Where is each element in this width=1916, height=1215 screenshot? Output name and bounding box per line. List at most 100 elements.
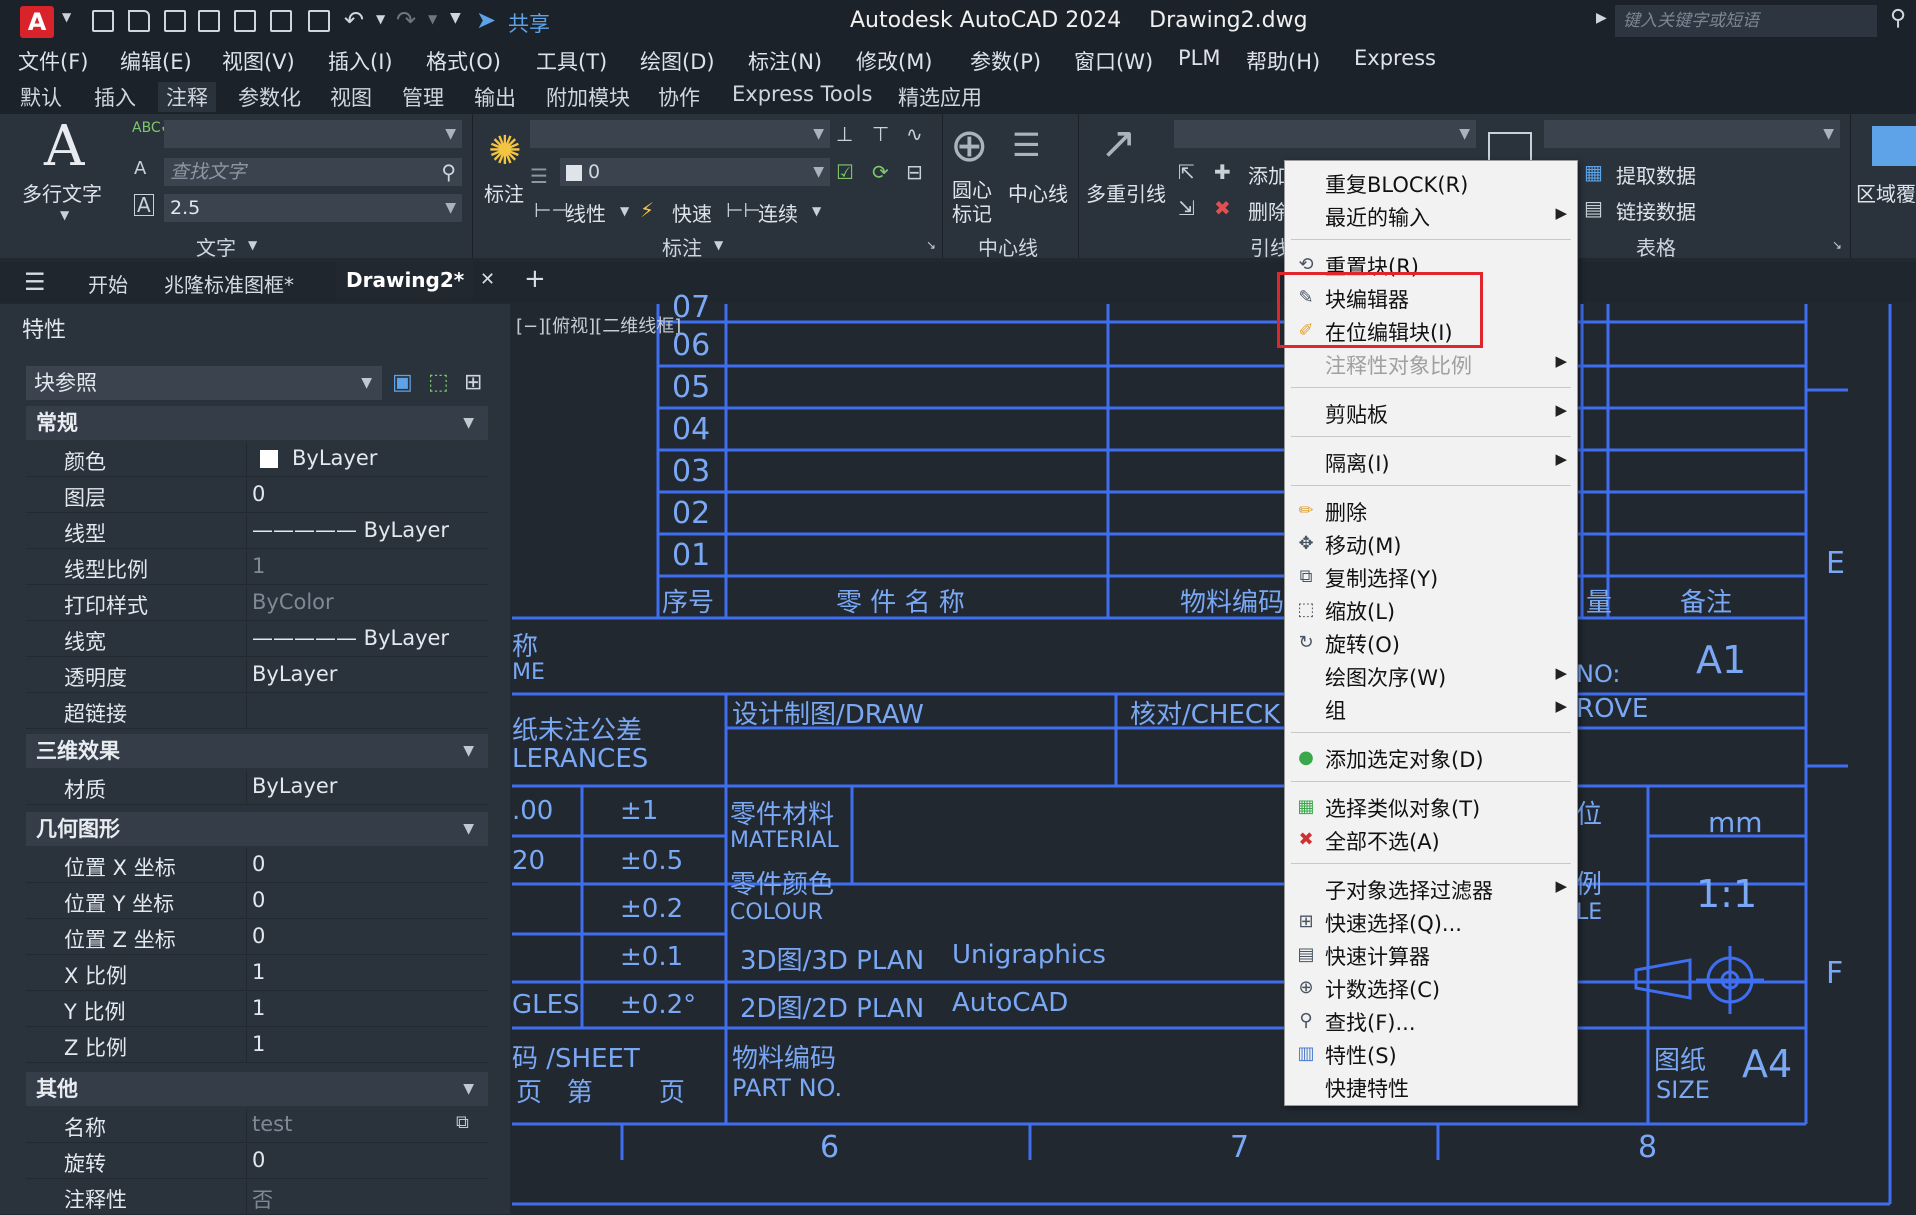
linear-dropdown-icon[interactable]: ▼: [620, 204, 629, 218]
context-menu-item[interactable]: 绘图次序(W) ▶: [1285, 660, 1577, 690]
search-input[interactable]: 键入关键字或短语: [1615, 5, 1877, 37]
dimension-button[interactable]: 标注: [484, 178, 524, 207]
prop-row[interactable]: 位置 Z 坐标 0: [26, 920, 488, 955]
continue-dropdown-icon[interactable]: ▼: [812, 204, 821, 218]
tab-start[interactable]: 开始: [88, 269, 128, 298]
menu-tools[interactable]: 工具(T): [536, 46, 607, 76]
menu-insert[interactable]: 插入(I): [328, 46, 393, 76]
text-style-combo[interactable]: ▼: [164, 120, 462, 148]
context-menu-item[interactable]: ↻ 旋转(O): [1285, 627, 1577, 657]
context-menu-item[interactable]: 重复BLOCK(R): [1285, 167, 1577, 197]
context-menu-item[interactable]: ✏ 删除: [1285, 495, 1577, 525]
plot-icon[interactable]: [308, 10, 330, 32]
share-icon[interactable]: ➤: [476, 6, 496, 34]
prop-row[interactable]: 颜色 ByLayer: [26, 442, 488, 477]
dim-jog-icon[interactable]: ∿: [906, 122, 923, 146]
group-text-title[interactable]: 文字: [196, 232, 236, 261]
centerline-icon[interactable]: ☰: [1012, 126, 1041, 164]
tab-addins[interactable]: 附加模块: [546, 82, 630, 112]
prop-row[interactable]: 位置 Y 坐标 0: [26, 884, 488, 919]
tab-collaborate[interactable]: 协作: [658, 82, 700, 112]
menu-help[interactable]: 帮助(H): [1246, 46, 1320, 76]
mtext-button[interactable]: 多行文字: [22, 178, 102, 207]
context-menu-item[interactable]: ✖ 全部不选(A): [1285, 824, 1577, 854]
prop-row[interactable]: 材质 ByLayer: [26, 770, 488, 805]
mleader-button[interactable]: 多重引线: [1086, 178, 1166, 207]
find-text-search-icon[interactable]: ⚲: [441, 158, 456, 186]
group-dim-title[interactable]: 标注: [662, 232, 702, 261]
table-style-combo[interactable]: ▼: [1544, 120, 1840, 148]
dim-reassoc-icon[interactable]: ⊟: [906, 160, 923, 184]
prop-row[interactable]: 注释性否: [26, 1180, 488, 1215]
centerline-button[interactable]: 中心线: [1008, 178, 1068, 207]
mtext-icon[interactable]: A: [44, 114, 84, 179]
add-leader-icon[interactable]: ✚: [1214, 160, 1231, 184]
text-height-icon[interactable]: A: [134, 194, 154, 216]
block-name-edit-icon[interactable]: ⧉: [456, 1112, 469, 1133]
section-misc[interactable]: 其他 ▼: [26, 1072, 488, 1106]
wipeout-icon[interactable]: [1872, 126, 1916, 166]
undo-dropdown-icon[interactable]: ▼: [376, 12, 385, 26]
mleader-style-combo[interactable]: ▼: [1174, 120, 1476, 148]
context-menu-item[interactable]: ● 添加选定对象(D): [1285, 742, 1577, 772]
context-menu-item[interactable]: ⧉ 复制选择(Y): [1285, 561, 1577, 591]
mtext-dropdown-icon[interactable]: ▼: [60, 208, 69, 222]
center-mark-button[interactable]: 圆心 标记: [952, 178, 992, 226]
customize-qat-icon[interactable]: ▼: [450, 10, 461, 26]
context-menu-item[interactable]: ⬚ 缩放(L): [1285, 594, 1577, 624]
prop-row[interactable]: 线型比例 1: [26, 550, 488, 585]
menu-format[interactable]: 格式(O): [426, 46, 501, 76]
prop-row[interactable]: 图层 0: [26, 478, 488, 513]
redo-dropdown-icon[interactable]: ▼: [428, 12, 437, 26]
menu-dimension[interactable]: 标注(N): [748, 46, 822, 76]
tab-express-tools[interactable]: Express Tools: [732, 82, 872, 106]
quick-dim-button[interactable]: 快速: [672, 198, 712, 227]
link-data-icon[interactable]: ▤: [1584, 196, 1603, 220]
tab-featured-apps[interactable]: 精选应用: [898, 82, 982, 112]
search-icon[interactable]: ⚲: [1890, 6, 1906, 31]
menu-plm[interactable]: PLM: [1178, 46, 1220, 70]
save-as-icon[interactable]: [198, 10, 220, 32]
new-file-icon[interactable]: [92, 10, 114, 32]
prop-row[interactable]: 线宽 ————— ByLayer: [26, 622, 488, 657]
context-menu-item[interactable]: ⚲ 查找(F)...: [1285, 1005, 1577, 1035]
section-geometry[interactable]: 几何图形 ▼: [26, 812, 488, 846]
context-menu-item[interactable]: ⊞ 快速选择(Q)...: [1285, 906, 1577, 936]
context-menu-item[interactable]: ⊕ 计数选择(C): [1285, 972, 1577, 1002]
tab-default[interactable]: 默认: [20, 82, 62, 112]
select-objects-icon[interactable]: ⬚: [428, 370, 449, 395]
menu-draw[interactable]: 绘图(D): [640, 46, 715, 76]
tab-file-standard-frame[interactable]: 兆隆标准图框*: [164, 269, 294, 298]
group-text-dropdown-icon[interactable]: ▼: [248, 238, 257, 252]
tab-annotate[interactable]: 注释: [158, 82, 216, 112]
context-menu-item[interactable]: ▦ 选择类似对象(T): [1285, 791, 1577, 821]
leader-align-icon[interactable]: ⇱: [1178, 160, 1195, 184]
dim-update-icon[interactable]: ⟳: [872, 160, 889, 184]
dim-style-combo[interactable]: ▼: [530, 120, 830, 148]
tab-file-drawing2[interactable]: Drawing2*: [336, 262, 475, 298]
context-menu-item[interactable]: ▤ 快速计算器: [1285, 939, 1577, 969]
new-tab-icon[interactable]: +: [524, 264, 546, 294]
center-mark-icon[interactable]: ⊕: [950, 118, 989, 172]
prop-row[interactable]: 透明度 ByLayer: [26, 658, 488, 693]
context-menu-item[interactable]: 最近的输入 ▶: [1285, 200, 1577, 230]
tab-parametric[interactable]: 参数化: [238, 82, 301, 112]
search-expand-icon[interactable]: ▶: [1596, 10, 1607, 26]
dimension-icon[interactable]: ✺: [488, 128, 522, 174]
dim-adjust-icon[interactable]: ⊤: [872, 122, 889, 146]
add-leader-button[interactable]: 添加: [1248, 160, 1288, 189]
tab-insert[interactable]: 插入: [94, 82, 136, 112]
context-menu-item[interactable]: 剪贴板 ▶: [1285, 397, 1577, 427]
link-data-button[interactable]: 链接数据: [1616, 196, 1696, 225]
text-style-icon[interactable]: A: [134, 158, 146, 179]
extract-data-icon[interactable]: ▦: [1584, 160, 1603, 184]
menu-parametric[interactable]: 参数(P): [970, 46, 1041, 76]
section-general[interactable]: 常规 ▼: [26, 406, 488, 440]
prop-row[interactable]: 打印样式 ByColor: [26, 586, 488, 621]
app-menu-chevron-icon[interactable]: ▼: [62, 10, 71, 24]
linear-icon[interactable]: ⊢⊣: [534, 198, 569, 222]
extract-data-button[interactable]: 提取数据: [1616, 160, 1696, 189]
object-type-combo[interactable]: 块参照 ▼: [26, 366, 382, 400]
prop-row[interactable]: 位置 X 坐标 0: [26, 848, 488, 883]
prop-row[interactable]: 超链接: [26, 694, 488, 729]
